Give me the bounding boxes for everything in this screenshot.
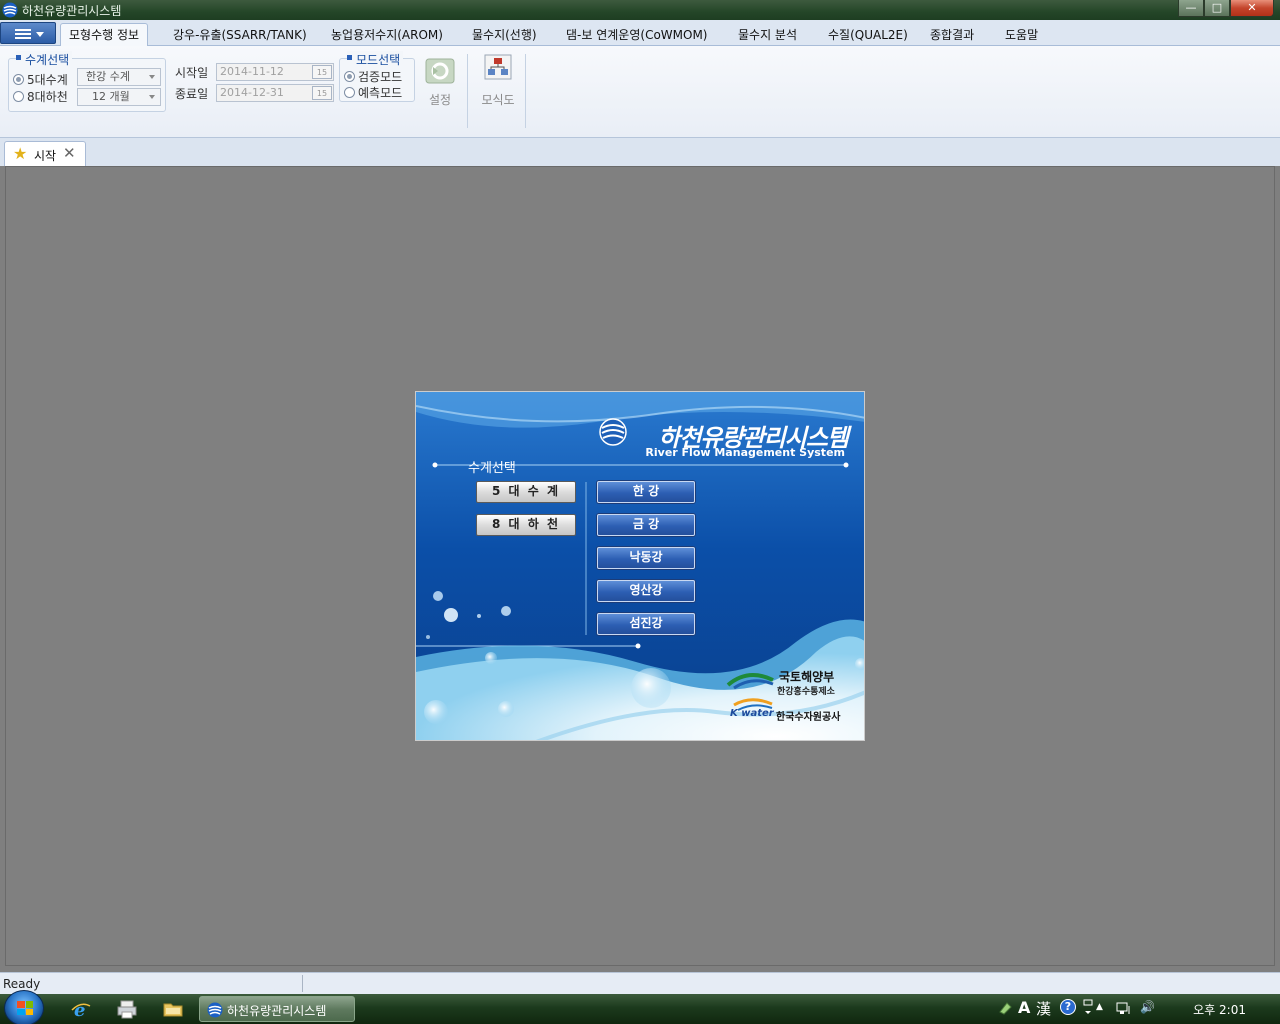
- app-logo-icon: [207, 1002, 223, 1018]
- end-date-label: 종료일: [175, 87, 209, 101]
- tab-rainfall-runoff[interactable]: 강우-유출(SSARR/TANK): [165, 24, 315, 46]
- chevron-down-icon: [36, 32, 44, 37]
- diagram-icon: [484, 54, 512, 80]
- tab-model-info[interactable]: 모형수행 정보: [60, 23, 149, 47]
- star-icon: ★: [13, 144, 28, 163]
- schematic-button[interactable]: 모식도: [478, 54, 518, 108]
- taskbar-app-button[interactable]: 하천유량관리시스템: [199, 996, 355, 1022]
- ime-options-icon[interactable]: [1082, 999, 1094, 1017]
- calendar-icon[interactable]: 15: [312, 86, 332, 100]
- five-basins-button[interactable]: 5 대 수 계: [476, 481, 576, 503]
- calendar-icon[interactable]: 15: [312, 65, 332, 79]
- tab-help[interactable]: 도움말: [997, 24, 1046, 46]
- ribbon-panel: 수계선택 5대수계 8대하천 한강 수계 12 개월 시작일 2014-11-1…: [0, 46, 1280, 138]
- tab-start[interactable]: ★ 시작 ✕: [4, 141, 86, 166]
- river-geum-button[interactable]: 금 강: [597, 514, 695, 536]
- basin-group-title: 수계선택: [16, 51, 73, 68]
- radio-8-rivers[interactable]: 8대하천: [13, 88, 68, 105]
- kwater-logo-text: K water: [730, 708, 774, 719]
- ime-mode-icon[interactable]: A: [1018, 998, 1030, 1017]
- close-tab-icon[interactable]: ✕: [63, 144, 76, 162]
- folder-icon[interactable]: [162, 999, 184, 1019]
- window-title: 하천유량관리시스템: [22, 4, 122, 18]
- tab-water-balance-analysis[interactable]: 물수지 분석: [730, 24, 805, 46]
- settings-icon: [425, 58, 455, 84]
- kwater-name: 한국수자원공사: [776, 712, 841, 723]
- document-tab-strip: ★ 시작 ✕: [0, 138, 1280, 166]
- menu-icon: [15, 29, 31, 39]
- hanja-icon[interactable]: 漢: [1036, 998, 1051, 1019]
- printer-icon[interactable]: [116, 999, 138, 1019]
- close-button[interactable]: ✕: [1230, 0, 1274, 17]
- status-text: Ready: [3, 977, 41, 991]
- app-menu-button[interactable]: [0, 22, 56, 44]
- period-select[interactable]: 12 개월: [77, 88, 161, 106]
- ministry-name: 국토해양부: [779, 670, 835, 684]
- settings-button[interactable]: 설정: [422, 58, 458, 108]
- taskbar: e 하천유량관리시스템 A 漢 ? ▲ 🔊 오후 2:01: [0, 990, 1280, 1024]
- start-date-field[interactable]: 2014-11-12 15: [216, 63, 334, 81]
- radio-5-basins[interactable]: 5대수계: [13, 71, 68, 88]
- clock[interactable]: 오후 2:01: [1193, 1001, 1246, 1018]
- app-logo-icon: [2, 2, 18, 18]
- internet-explorer-icon[interactable]: e: [70, 999, 92, 1019]
- river-nakdong-button[interactable]: 낙동강: [597, 547, 695, 569]
- start-date-label: 시작일: [175, 66, 209, 80]
- mode-group-title: 모드선택: [347, 51, 404, 68]
- river-seomjin-button[interactable]: 섬진강: [597, 613, 695, 635]
- tab-start-label: 시작: [34, 149, 57, 163]
- language-bar-icon[interactable]: [998, 1000, 1014, 1016]
- radio-predict-mode[interactable]: 예측모드: [344, 84, 402, 101]
- maximize-button[interactable]: □: [1204, 0, 1230, 17]
- tab-dam-weir[interactable]: 댐-보 연계운영(CoWMOM): [558, 24, 716, 46]
- basin-select[interactable]: 한강 수계: [77, 68, 161, 86]
- title-bar: 하천유량관리시스템 — □ ✕: [0, 0, 1280, 20]
- tab-water-balance-pre[interactable]: 물수지(선행): [464, 24, 545, 46]
- splash-subtitle: River Flow Management System: [645, 446, 845, 459]
- chevron-down-icon: [149, 95, 155, 99]
- start-button[interactable]: [4, 990, 44, 1024]
- tab-summary[interactable]: 종합결과: [922, 24, 982, 46]
- tab-agri-reservoir[interactable]: 농업용저수지(AROM): [323, 24, 451, 46]
- help-icon[interactable]: ?: [1060, 999, 1076, 1015]
- river-yeongsan-button[interactable]: 영산강: [597, 580, 695, 602]
- status-bar: Ready: [0, 972, 1280, 994]
- minimize-button[interactable]: —: [1178, 0, 1204, 17]
- end-date-field[interactable]: 2014-12-31 15: [216, 84, 334, 102]
- eight-rivers-button[interactable]: 8 대 하 천: [476, 514, 576, 536]
- ribbon-tab-bar: 모형수행 정보 강우-유출(SSARR/TANK) 농업용저수지(AROM) 물…: [0, 20, 1280, 47]
- river-han-button[interactable]: 한 강: [597, 481, 695, 503]
- tab-water-quality[interactable]: 수질(QUAL2E): [820, 24, 916, 46]
- chevron-down-icon: [149, 75, 155, 79]
- volume-icon[interactable]: 🔊: [1140, 1000, 1155, 1014]
- svg-text:e: e: [74, 1000, 85, 1019]
- network-icon[interactable]: [1116, 1002, 1132, 1016]
- start-panel: 하천유량관리시스템 River Flow Management System 수…: [415, 391, 865, 741]
- section-title: 수계선택: [468, 461, 516, 476]
- flood-control-office: 한강홍수통제소: [777, 687, 835, 697]
- show-hidden-icons-arrow[interactable]: ▲: [1096, 1002, 1103, 1012]
- windows-logo-icon: [17, 1001, 33, 1015]
- radio-verify-mode[interactable]: 검증모드: [344, 68, 402, 85]
